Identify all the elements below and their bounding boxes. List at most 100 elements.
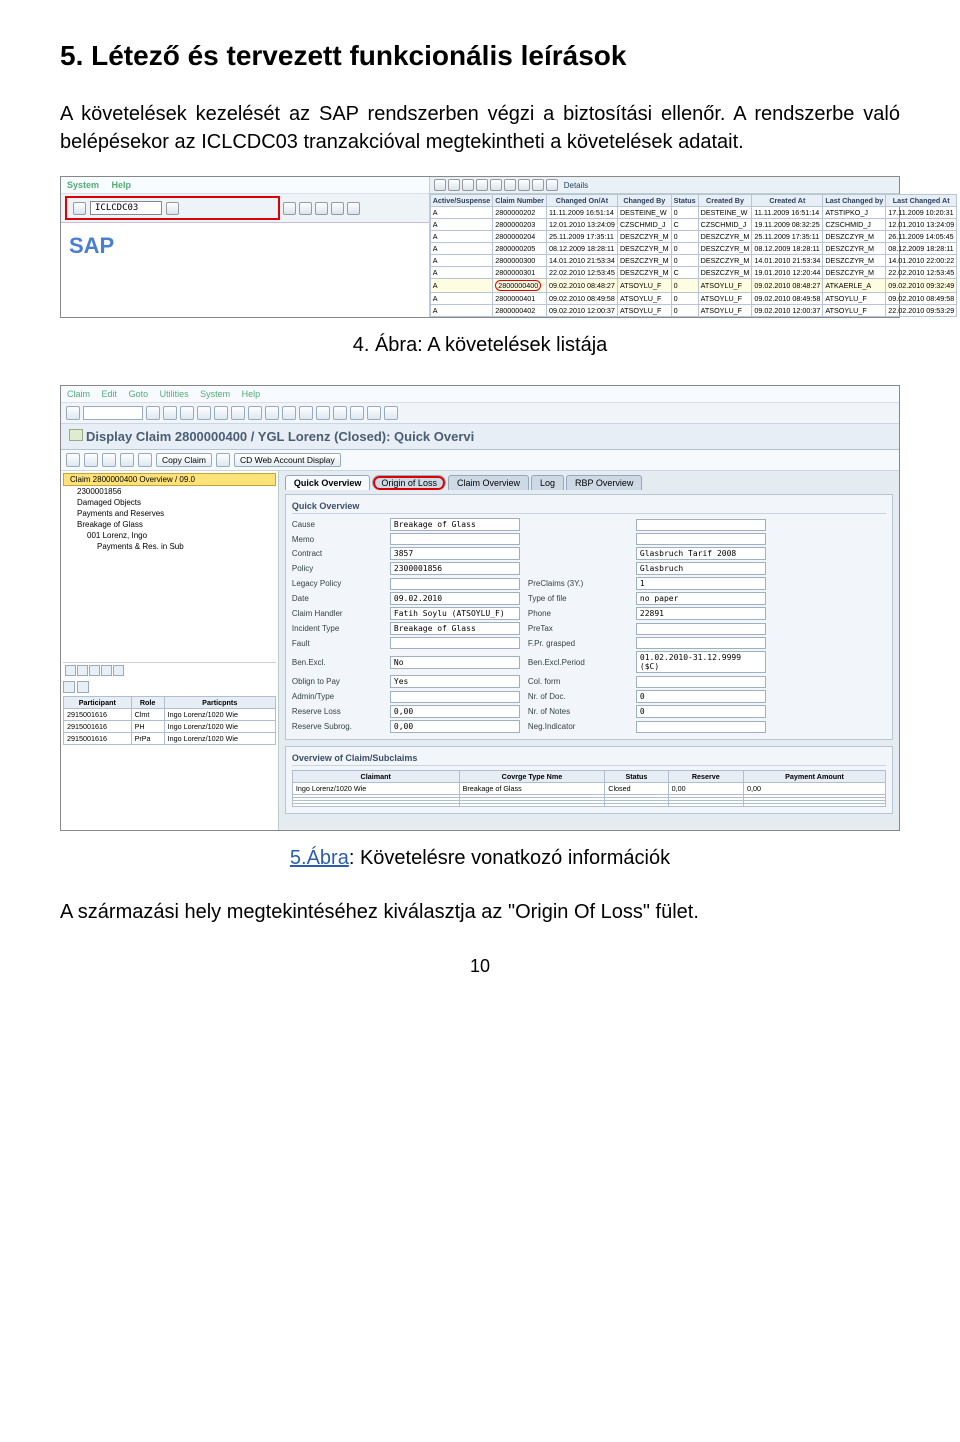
field-value[interactable] (636, 533, 766, 545)
field-value[interactable] (636, 637, 766, 649)
scroll-left-icon[interactable] (77, 665, 88, 676)
menu-claim[interactable]: Claim (67, 389, 90, 399)
save-icon[interactable] (146, 406, 160, 420)
lastpage-icon[interactable] (316, 406, 330, 420)
column-header[interactable]: Active/Suspense (430, 195, 493, 207)
claims-list-table[interactable]: Active/SuspenseClaim NumberChanged On/At… (430, 194, 957, 317)
field-value[interactable] (636, 519, 766, 531)
layout-icon[interactable] (518, 179, 530, 191)
help-icon[interactable] (367, 406, 381, 420)
field-value[interactable]: 0 (636, 705, 766, 718)
table-row[interactable]: A280000040209.02.2010 12:00:37ATSOYLU_F0… (430, 305, 956, 317)
prevpage-icon[interactable] (282, 406, 296, 420)
participants-table[interactable]: ParticipantRoleParticpnts 2915001616Clmt… (63, 696, 276, 745)
column-header[interactable]: Payment Amount (744, 771, 886, 783)
column-header[interactable]: Role (131, 697, 164, 709)
details-button-label[interactable]: Details (564, 181, 588, 190)
details-icon[interactable] (546, 179, 558, 191)
field-value[interactable]: Breakage of Glass (390, 518, 520, 531)
back-icon[interactable] (283, 202, 296, 215)
cd-web-account-button[interactable]: CD Web Account Display (234, 453, 341, 467)
scroll-last-icon[interactable] (101, 665, 112, 676)
field-value[interactable]: 01.02.2010-31.12.9999 ($C) (636, 651, 766, 673)
table-row[interactable]: A280000020508.12.2009 18:28:11DESZCZYR_M… (430, 243, 956, 255)
tab-claim-overview[interactable]: Claim Overview (448, 475, 529, 490)
field-value[interactable] (390, 578, 520, 590)
sort-desc-icon[interactable] (462, 179, 474, 191)
tab-quick-overview[interactable]: Quick Overview (285, 475, 371, 490)
menu-edit[interactable]: Edit (102, 389, 118, 399)
field-value[interactable]: Glasbruch (636, 562, 766, 575)
tree-node[interactable]: Damaged Objects (63, 497, 276, 508)
field-value[interactable] (390, 637, 520, 649)
filter-icon[interactable] (476, 179, 488, 191)
field-value[interactable]: 0,00 (390, 720, 520, 733)
menu-system[interactable]: System (67, 180, 99, 190)
menu-utilities[interactable]: Utilities (160, 389, 189, 399)
menu-help[interactable]: Help (112, 180, 132, 190)
field-value[interactable]: 3857 (390, 547, 520, 560)
scroll-right-icon[interactable] (89, 665, 100, 676)
field-value[interactable]: Fatih Soylu (ATSOYLU_F) (390, 607, 520, 620)
tab-rbp-overview[interactable]: RBP Overview (566, 475, 642, 490)
nav-back-icon[interactable] (66, 453, 80, 467)
table-row[interactable]: A280000020211.11.2009 16:51:14DESTEINE_W… (430, 207, 956, 219)
table-row[interactable] (292, 804, 885, 807)
field-value[interactable] (636, 721, 766, 733)
exit-icon[interactable] (299, 202, 312, 215)
field-value[interactable]: Yes (390, 675, 520, 688)
table-row[interactable]: A280000030014.01.2010 21:53:34DESZCZYR_M… (430, 255, 956, 267)
field-value[interactable] (390, 691, 520, 703)
scroll-first-icon[interactable] (65, 665, 76, 676)
find-icon[interactable] (231, 406, 245, 420)
field-value[interactable] (636, 676, 766, 688)
navigation-tree[interactable]: Claim 2800000400 Overview / 09.023000018… (61, 471, 279, 830)
tree-node[interactable]: Payments and Reserves (63, 508, 276, 519)
collapse-icon[interactable] (63, 681, 75, 693)
column-header[interactable]: Changed By (617, 195, 671, 207)
tree-node[interactable]: 001 Lorenz, Ingo (63, 530, 276, 541)
field-value[interactable]: No (390, 656, 520, 669)
column-header[interactable]: Status (605, 771, 668, 783)
menu-system[interactable]: System (200, 389, 230, 399)
back-icon[interactable] (163, 406, 177, 420)
print-icon[interactable] (214, 406, 228, 420)
table-row[interactable]: 2915001616PHIngo Lorenz/1020 Wie (64, 721, 276, 733)
subclaims-table[interactable]: ClaimantCovrge Type NmeStatusReservePaym… (292, 770, 886, 807)
refresh-icon[interactable] (434, 179, 446, 191)
column-header[interactable]: Claim Number (493, 195, 547, 207)
column-header[interactable]: Last Changed At (886, 195, 957, 207)
field-value[interactable]: 09.02.2010 (390, 592, 520, 605)
field-value[interactable] (636, 623, 766, 635)
column-header[interactable]: Last Changed by (823, 195, 886, 207)
column-header[interactable]: Claimant (292, 771, 459, 783)
colwidth-icon[interactable] (113, 665, 124, 676)
sum-icon[interactable] (490, 179, 502, 191)
table-row[interactable]: Ingo Lorenz/1020 WieBreakage of GlassClo… (292, 783, 885, 795)
field-value[interactable]: Breakage of Glass (390, 622, 520, 635)
tree-node[interactable]: 2300001856 (63, 486, 276, 497)
ok-icon[interactable] (66, 406, 80, 420)
field-value[interactable]: Glasbruch Tarif 2008 (636, 547, 766, 560)
column-header[interactable]: Covrge Type Nme (459, 771, 605, 783)
ok-icon[interactable] (73, 202, 86, 215)
command-field[interactable] (83, 406, 143, 420)
table-row[interactable]: 2915001616PrPaIngo Lorenz/1020 Wie (64, 733, 276, 745)
tab-origin-of-loss[interactable]: Origin of Loss (372, 475, 446, 490)
tree-node[interactable]: Breakage of Glass (63, 519, 276, 530)
column-header[interactable]: Created By (698, 195, 752, 207)
table-row[interactable]: A280000040009.02.2010 08:48:27ATSOYLU_F0… (430, 279, 956, 293)
field-value[interactable] (390, 533, 520, 545)
field-value[interactable]: no paper (636, 592, 766, 605)
edit-icon[interactable] (102, 453, 116, 467)
firstpage-icon[interactable] (265, 406, 279, 420)
menu-goto[interactable]: Goto (129, 389, 149, 399)
menu-help[interactable]: Help (242, 389, 261, 399)
tree-node[interactable]: Payments & Res. in Sub (63, 541, 276, 552)
export-icon[interactable] (504, 179, 516, 191)
column-header[interactable]: Participant (64, 697, 132, 709)
table-row[interactable]: 2915001616ClmtIngo Lorenz/1020 Wie (64, 709, 276, 721)
tab-log[interactable]: Log (531, 475, 564, 490)
exit-icon[interactable] (180, 406, 194, 420)
tree-node[interactable]: Claim 2800000400 Overview / 09.0 (63, 473, 276, 486)
